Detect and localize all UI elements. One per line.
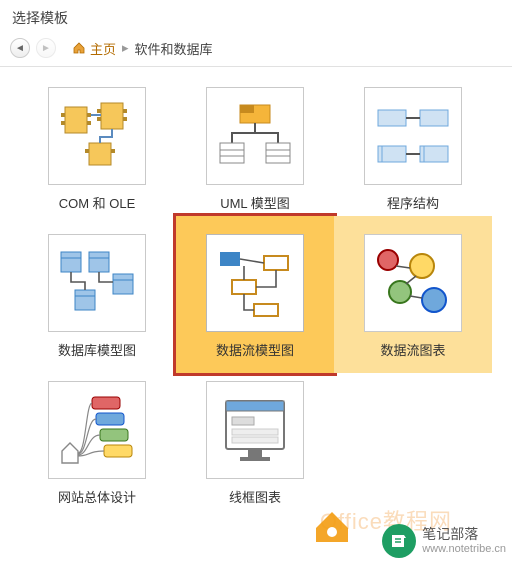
template-wireframe[interactable]: 线框图表 [176,381,334,506]
watermark-badge-icon [382,524,416,558]
thumb-db [48,234,146,332]
thumb-com-ole [48,87,146,185]
template-label: UML 模型图 [220,193,290,212]
watermark: 笔记部落 www.notetribe.cn [382,524,506,558]
template-label: 线框图表 [229,487,281,506]
template-label: 数据流图表 [380,340,445,359]
thumb-prog [364,87,462,185]
breadcrumb: ◄ ► 主页 ▸ 软件和数据库 [0,34,512,67]
thumb-dataflow-model [206,234,304,332]
template-website[interactable]: 网站总体设计 [18,381,176,506]
nav-forward-button: ► [36,38,56,58]
thumb-uml [206,87,304,185]
watermark-name: 笔记部落 [422,527,506,542]
thumb-dataflow-chart [364,234,462,332]
watermark-url: www.notetribe.cn [422,543,506,555]
template-label: 网站总体设计 [58,487,136,506]
template-label: 程序结构 [387,193,439,212]
home-label: 主页 [90,39,116,58]
template-dataflow-model[interactable]: 数据流模型图 [173,213,337,376]
nav-back-button[interactable]: ◄ [10,38,30,58]
thumb-website [48,381,146,479]
home-link[interactable]: 主页 [72,39,116,58]
template-grid: COM 和 OLE UML 模型图 [0,67,512,516]
template-dataflow-chart[interactable]: 数据流图表 [334,216,492,373]
template-label: 数据库模型图 [58,340,136,359]
template-uml[interactable]: UML 模型图 [176,87,334,212]
template-db-model[interactable]: 数据库模型图 [18,234,176,359]
template-label: 数据流模型图 [216,340,294,359]
breadcrumb-current: 软件和数据库 [135,39,213,58]
template-com-ole[interactable]: COM 和 OLE [18,87,176,212]
chevron-right-icon: ▸ [122,40,129,56]
template-program-structure[interactable]: 程序结构 [334,87,492,212]
page-title: 选择模板 [0,0,512,34]
template-label: COM 和 OLE [59,193,136,212]
thumb-wireframe [206,381,304,479]
home-icon [72,41,86,55]
